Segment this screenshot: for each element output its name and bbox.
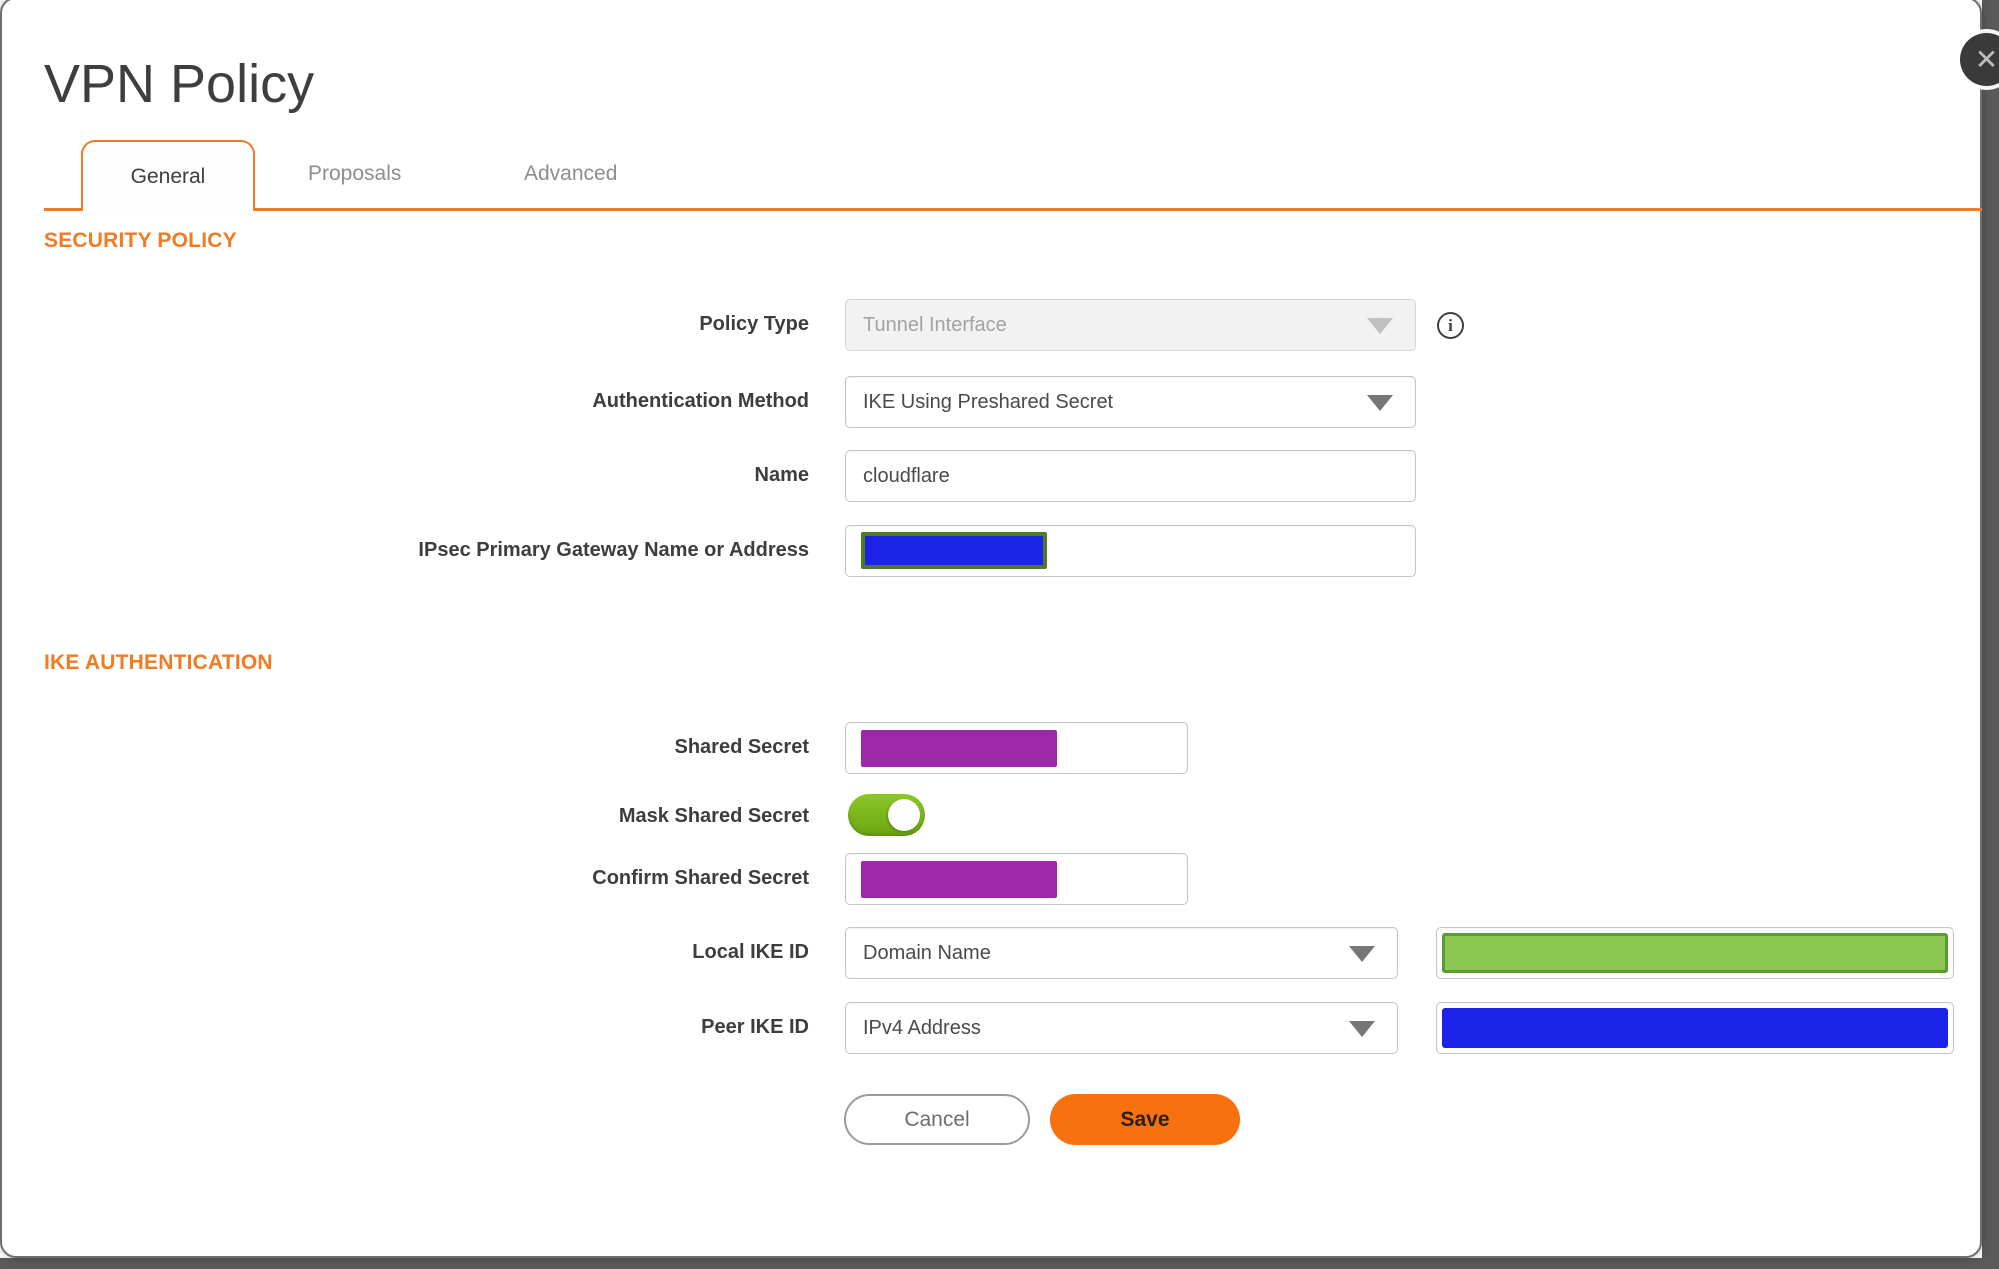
chevron-down-icon xyxy=(1367,395,1393,411)
shared-secret-input[interactable] xyxy=(845,722,1188,774)
tab-general-label: General xyxy=(130,164,206,188)
chevron-down-icon xyxy=(1349,1021,1375,1037)
confirm-shared-secret-redacted-value xyxy=(861,861,1057,898)
tab-general[interactable]: General xyxy=(81,140,255,211)
peer-ike-id-value-input[interactable] xyxy=(1436,1002,1954,1054)
info-icon-glyph: i xyxy=(1448,315,1453,335)
shared-secret-label: Shared Secret xyxy=(674,736,809,758)
tab-underline xyxy=(44,208,1982,211)
local-ike-id-value-input[interactable] xyxy=(1436,927,1954,979)
peer-ike-id-type-value: IPv4 Address xyxy=(863,1016,981,1039)
shared-secret-redacted-value xyxy=(861,730,1057,767)
gateway-input[interactable] xyxy=(845,525,1416,577)
name-label: Name xyxy=(754,464,809,486)
vpn-policy-dialog: VPN Policy General Proposals Advanced SE… xyxy=(0,0,1982,1258)
section-heading-ike-authentication: IKE AUTHENTICATION xyxy=(44,651,273,674)
auth-method-value: IKE Using Preshared Secret xyxy=(863,390,1114,413)
auth-method-label: Authentication Method xyxy=(592,390,809,412)
name-input[interactable]: cloudflare xyxy=(845,450,1416,502)
dialog-title: VPN Policy xyxy=(44,54,315,115)
info-icon[interactable]: i xyxy=(1437,312,1464,339)
policy-type-label: Policy Type xyxy=(699,313,809,335)
chevron-down-icon xyxy=(1367,318,1393,334)
tab-proposals-label: Proposals xyxy=(308,162,402,185)
cancel-button-label: Cancel xyxy=(904,1107,970,1131)
cancel-button[interactable]: Cancel xyxy=(844,1094,1030,1145)
policy-type-value: Tunnel Interface xyxy=(863,313,1007,336)
mask-shared-secret-toggle[interactable] xyxy=(848,794,925,836)
policy-type-select: Tunnel Interface xyxy=(845,299,1416,351)
local-ike-id-label: Local IKE ID xyxy=(692,941,809,963)
confirm-shared-secret-input[interactable] xyxy=(845,853,1188,905)
save-button[interactable]: Save xyxy=(1050,1094,1240,1145)
auth-method-select[interactable]: IKE Using Preshared Secret xyxy=(845,376,1416,428)
peer-ike-id-label: Peer IKE ID xyxy=(701,1016,809,1038)
peer-ike-id-type-select[interactable]: IPv4 Address xyxy=(845,1002,1398,1054)
local-ike-id-type-select[interactable]: Domain Name xyxy=(845,927,1398,979)
tab-advanced[interactable]: Advanced xyxy=(524,162,617,186)
gateway-redacted-value xyxy=(861,532,1047,569)
section-heading-security-policy: SECURITY POLICY xyxy=(44,229,237,252)
local-ike-id-type-value: Domain Name xyxy=(863,941,991,964)
tab-advanced-label: Advanced xyxy=(524,162,618,185)
page-edge-band-right xyxy=(1982,0,1999,1269)
save-button-label: Save xyxy=(1120,1107,1170,1131)
local-ike-id-redacted-value xyxy=(1442,933,1948,973)
gateway-label: IPsec Primary Gateway Name or Address xyxy=(418,539,809,561)
tab-proposals[interactable]: Proposals xyxy=(308,162,401,186)
chevron-down-icon xyxy=(1349,946,1375,962)
close-icon: ✕ xyxy=(1974,43,1999,75)
toggle-knob xyxy=(888,799,920,831)
mask-shared-secret-label: Mask Shared Secret xyxy=(618,805,809,827)
peer-ike-id-redacted-value xyxy=(1442,1008,1948,1048)
confirm-shared-secret-label: Confirm Shared Secret xyxy=(592,867,809,889)
page-edge-band-bottom xyxy=(0,1258,1999,1269)
name-input-value: cloudflare xyxy=(863,464,950,487)
